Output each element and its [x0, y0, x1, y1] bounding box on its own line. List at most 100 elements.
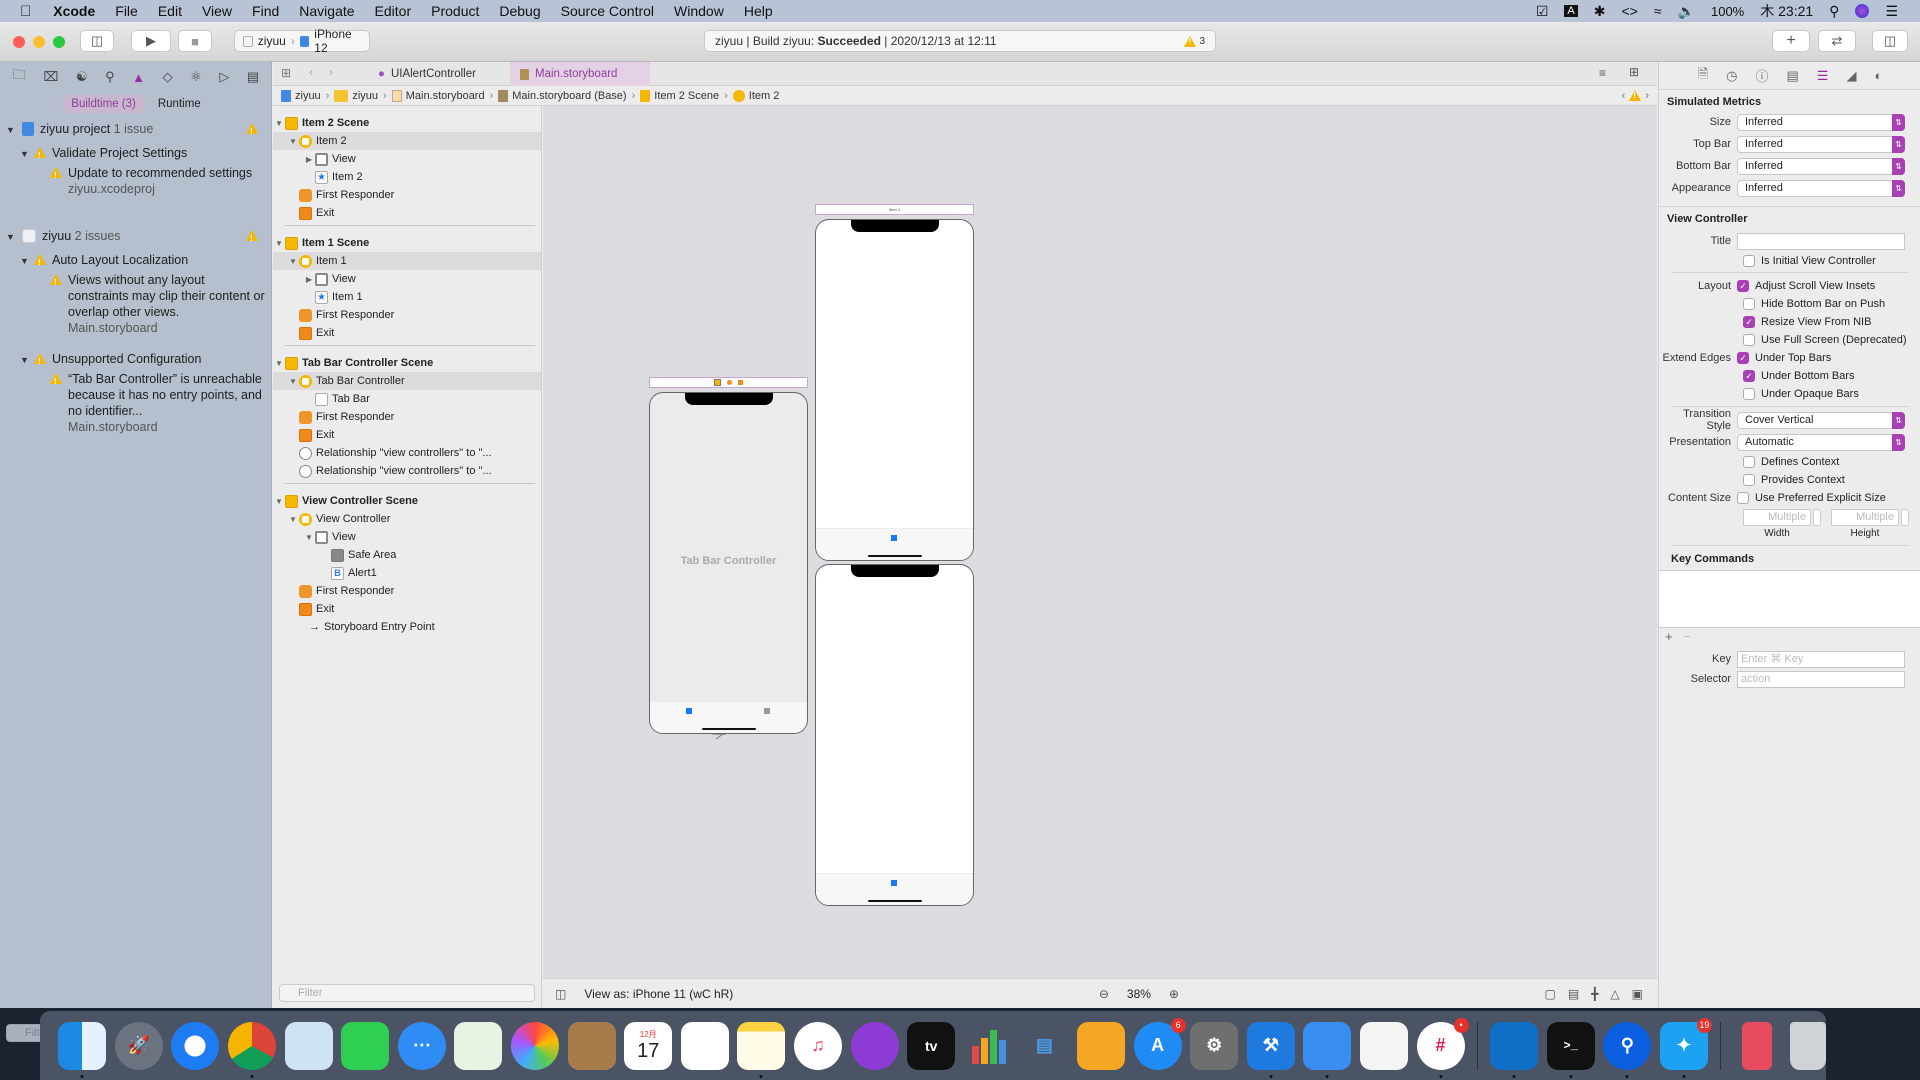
dock-iphone-simulator-doc[interactable]	[1742, 1021, 1773, 1070]
menu-find[interactable]: Find	[242, 3, 289, 19]
outline-scene-view-controller[interactable]: ▼ View Controller Scene	[273, 492, 541, 510]
search-icon[interactable]: ⚲	[105, 69, 115, 85]
menu-source-control[interactable]: Source Control	[551, 3, 664, 19]
menu-app-name[interactable]: Xcode	[43, 3, 105, 19]
breadcrumb-scene[interactable]: Item 2 Scene	[640, 89, 719, 102]
toggle-navigator-button[interactable]: ◫	[80, 30, 114, 52]
library-button[interactable]: +	[1772, 30, 1810, 52]
defines-context-checkbox[interactable]	[1743, 456, 1755, 468]
issue-category-unsupported[interactable]: ▼ Unsupported Configuration	[20, 351, 260, 370]
source-control-icon[interactable]: ⌧	[43, 69, 58, 85]
outline-exit[interactable]: Exit	[273, 204, 541, 222]
issue-item[interactable]: Update to recommended settings ziyuu.xco…	[50, 165, 260, 197]
outline-view[interactable]: ▼ View	[273, 528, 541, 546]
siri-icon[interactable]	[1855, 4, 1870, 18]
connections-inspector-icon[interactable]: ◐	[1874, 68, 1882, 83]
transition-style-popup[interactable]: Cover Vertical ⇅	[1737, 411, 1905, 429]
provides-context-checkbox[interactable]	[1743, 474, 1755, 486]
dock-launchpad[interactable]: 🚀	[114, 1021, 163, 1070]
outline-exit[interactable]: Exit	[273, 324, 541, 342]
outline-exit[interactable]: Exit	[273, 600, 541, 618]
zoom-level[interactable]: 38%	[1127, 987, 1151, 1001]
zoom-out-icon[interactable]: ⊖	[1099, 987, 1109, 1001]
disclosure-triangle-icon[interactable]: ▼	[273, 239, 285, 248]
file-inspector-icon[interactable]: 🗎	[1698, 65, 1708, 87]
disclosure-triangle-icon[interactable]: ▼	[273, 359, 285, 368]
symbol-hierarchy-icon[interactable]: ☯	[76, 69, 88, 85]
key-commands-table[interactable]	[1659, 570, 1920, 628]
minimize-window-button[interactable]	[33, 36, 45, 48]
dock-simulator[interactable]	[1303, 1021, 1352, 1078]
disclosure-triangle-icon[interactable]: ▼	[273, 119, 285, 128]
dock-pages[interactable]	[1076, 1021, 1125, 1070]
outline-tabbar-controller[interactable]: ▼ Tab Bar Controller	[273, 372, 541, 390]
under-opaque-bars-row[interactable]: Under Opaque Bars	[1659, 385, 1920, 403]
dock-safari[interactable]	[171, 1021, 220, 1070]
disclosure-triangle-icon[interactable]: ▼	[273, 497, 285, 506]
test-diamond-icon[interactable]: ◇	[163, 69, 173, 85]
folder-icon[interactable]: 🗀	[13, 66, 26, 88]
menu-file[interactable]: File	[105, 3, 148, 19]
embed-in-icon[interactable]: ▣	[1632, 987, 1643, 1001]
warning-count-badge[interactable]: 3	[1184, 35, 1205, 47]
breadcrumb-storyboard-base[interactable]: Main.storyboard (Base)	[498, 89, 627, 102]
outline-scene-item1[interactable]: ▼ Item 1 Scene	[273, 234, 541, 252]
input-source-icon[interactable]: A	[1564, 5, 1578, 17]
menu-view[interactable]: View	[192, 3, 242, 19]
previous-issue-icon[interactable]: ‹	[1622, 90, 1626, 102]
disclosure-triangle-icon[interactable]: ▼	[287, 515, 299, 524]
hide-bottom-bar-checkbox[interactable]	[1743, 298, 1755, 310]
issue-warning-icon[interactable]: ▲	[132, 70, 145, 85]
outline-first-responder[interactable]: First Responder	[273, 408, 541, 426]
disclosure-triangle-icon[interactable]: ▼	[20, 352, 34, 368]
presentation-popup[interactable]: Automatic ⇅	[1737, 433, 1905, 451]
outline-filter-input[interactable]: Filter	[279, 984, 535, 1002]
dock-maps[interactable]	[454, 1021, 503, 1070]
outline-first-responder[interactable]: First Responder	[273, 186, 541, 204]
disclosure-triangle-icon[interactable]: ▶	[303, 275, 315, 284]
dock-facetime[interactable]	[341, 1021, 390, 1070]
dock-notes[interactable]	[737, 1021, 786, 1078]
appearance-popup[interactable]: Inferred ⇅	[1737, 179, 1905, 197]
battery-percent[interactable]: 100%	[1711, 4, 1744, 19]
disclosure-triangle-icon[interactable]: ▼	[287, 137, 299, 146]
code-review-button[interactable]: ⇄	[1818, 30, 1856, 52]
dock-textedit[interactable]	[1359, 1021, 1408, 1070]
is-initial-checkbox[interactable]	[1743, 255, 1755, 267]
zoom-in-icon[interactable]: ⊕	[1169, 987, 1179, 1001]
size-inspector-icon[interactable]: ◢	[1846, 68, 1856, 84]
tab-uialertcontroller[interactable]: ● UIAlertController	[368, 62, 510, 86]
menu-debug[interactable]: Debug	[489, 3, 550, 19]
outline-tabbar-item[interactable]: ★ Item 1	[273, 288, 541, 306]
adjust-scroll-insets-checkbox[interactable]: ✓	[1737, 280, 1749, 292]
resolve-issues-icon[interactable]: △	[1610, 987, 1619, 1001]
add-editor-icon[interactable]: ⊞	[1629, 65, 1639, 79]
menu-edit[interactable]: Edit	[148, 3, 192, 19]
height-input[interactable]: Multiple	[1831, 509, 1899, 526]
outline-first-responder[interactable]: First Responder	[273, 306, 541, 324]
dock-mail[interactable]	[284, 1021, 333, 1070]
breakpoint-icon[interactable]: ▷	[219, 69, 229, 85]
item2-scene[interactable]	[815, 564, 974, 906]
dock-terminal[interactable]: >_	[1546, 1021, 1595, 1078]
outline-view[interactable]: ▶ View	[273, 270, 541, 288]
device-name[interactable]: iPhone 12	[314, 27, 361, 55]
warning-icon[interactable]	[1629, 90, 1642, 101]
dock-slack[interactable]: # •	[1416, 1017, 1469, 1078]
volume-icon[interactable]: 🔊	[1678, 3, 1695, 20]
dock-numbers[interactable]	[964, 1022, 1012, 1070]
key-input[interactable]: Enter ⌘ Key	[1737, 650, 1905, 668]
dock-trello[interactable]	[1490, 1021, 1539, 1078]
outline-view-controller[interactable]: ▼ View Controller	[273, 510, 541, 528]
toggle-outline-icon[interactable]: ◫	[555, 987, 566, 1001]
outline-button-alert1[interactable]: B Alert1	[273, 564, 541, 582]
disclosure-triangle-icon[interactable]: ▼	[20, 146, 34, 162]
breadcrumb-storyboard[interactable]: Main.storyboard	[391, 89, 485, 102]
exit-dock-icon[interactable]	[738, 380, 743, 385]
code-brackets-icon[interactable]: <>	[1622, 3, 1638, 19]
quick-help-icon[interactable]: ⓘ	[1755, 66, 1768, 85]
bluetooth-icon[interactable]: ✱	[1594, 3, 1606, 20]
align-icon[interactable]: ▤	[1568, 987, 1579, 1001]
top-bar-popup[interactable]: Inferred ⇅	[1737, 135, 1905, 153]
size-popup[interactable]: Inferred ⇅	[1737, 113, 1905, 131]
